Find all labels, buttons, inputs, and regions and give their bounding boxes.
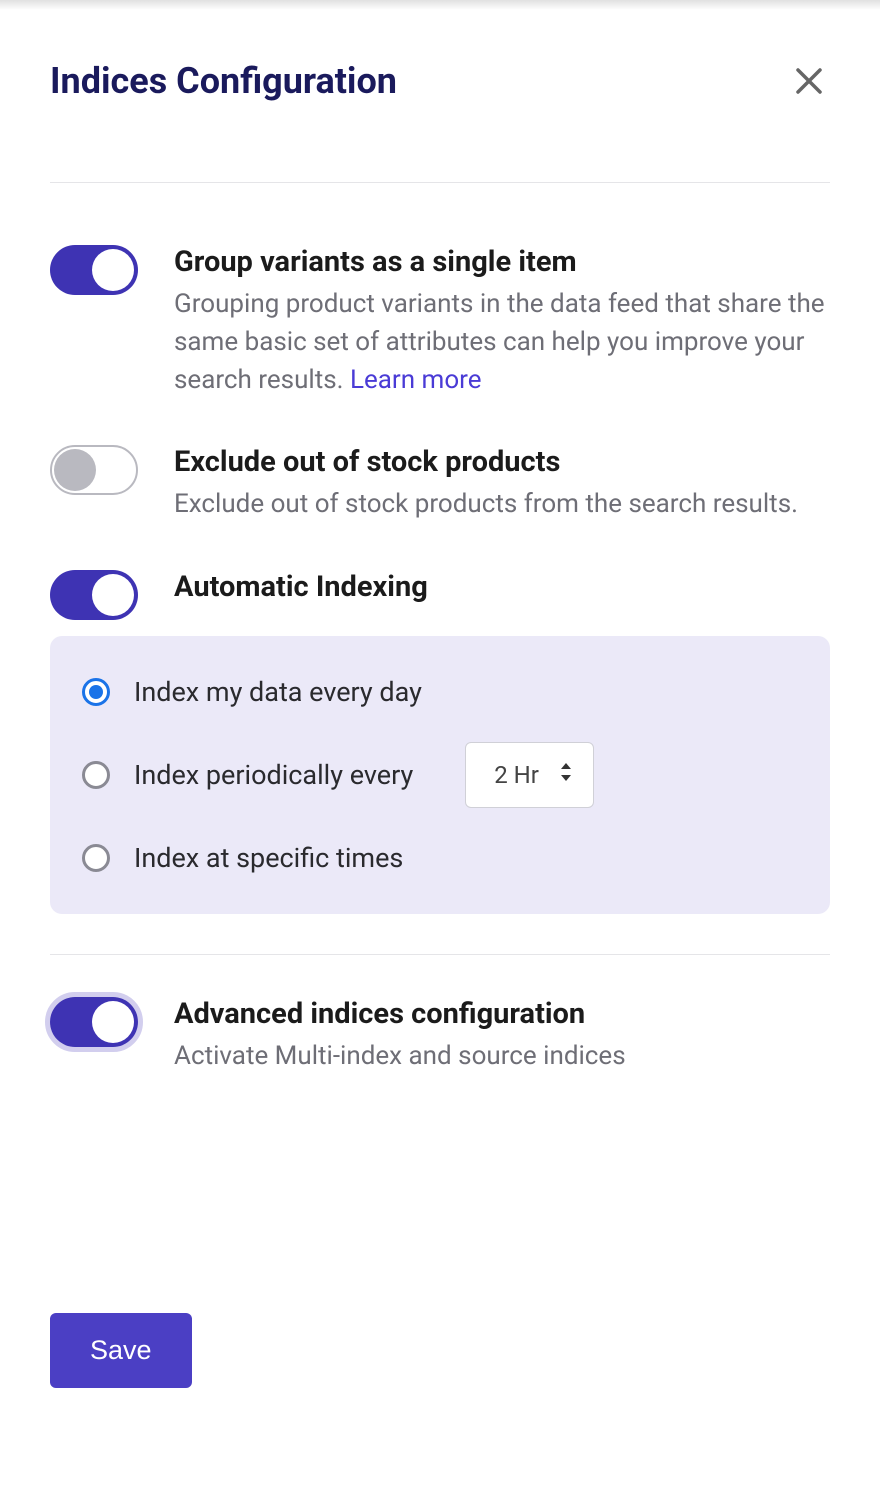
close-button[interactable] xyxy=(788,60,830,102)
radio-row-periodic[interactable]: Index periodically every 2 Hr xyxy=(82,742,798,808)
panel-title: Indices Configuration xyxy=(50,60,397,102)
radio-periodic[interactable] xyxy=(82,761,110,789)
setting-exclude-oos: Exclude out of stock products Exclude ou… xyxy=(50,443,830,524)
setting-title: Group variants as a single item xyxy=(174,243,830,282)
toggle-exclude-oos[interactable] xyxy=(50,445,138,495)
setting-group-variants: Group variants as a single item Grouping… xyxy=(50,243,830,399)
radio-label: Index periodically every xyxy=(134,759,413,791)
toggle-group-variants[interactable] xyxy=(50,245,138,295)
close-icon xyxy=(794,66,824,96)
toggle-advanced[interactable] xyxy=(50,997,138,1047)
radio-daily[interactable] xyxy=(82,678,110,706)
divider xyxy=(50,954,830,955)
setting-title: Advanced indices configuration xyxy=(174,995,830,1034)
period-select-value: 2 Hr xyxy=(494,761,539,789)
period-select[interactable]: 2 Hr xyxy=(465,742,594,808)
setting-description: Grouping product variants in the data fe… xyxy=(174,286,830,399)
setting-title: Exclude out of stock products xyxy=(174,443,830,482)
panel-footer: Save xyxy=(50,1313,192,1388)
radio-label: Index my data every day xyxy=(134,676,422,708)
radio-row-specific[interactable]: Index at specific times xyxy=(82,842,798,874)
chevron-updown-icon xyxy=(559,761,573,789)
radio-row-daily[interactable]: Index my data every day xyxy=(82,676,798,708)
setting-auto-indexing: Automatic Indexing xyxy=(50,568,830,620)
indices-config-panel: Indices Configuration Group variants as … xyxy=(0,0,880,1170)
setting-title: Automatic Indexing xyxy=(174,568,830,607)
radio-specific[interactable] xyxy=(82,844,110,872)
setting-description: Exclude out of stock products from the s… xyxy=(174,486,830,524)
save-button[interactable]: Save xyxy=(50,1313,192,1388)
setting-description: Activate Multi-index and source indices xyxy=(174,1038,830,1076)
settings-list: Group variants as a single item Grouping… xyxy=(50,183,830,1076)
radio-label: Index at specific times xyxy=(134,842,403,874)
setting-advanced: Advanced indices configuration Activate … xyxy=(50,995,830,1076)
toggle-auto-indexing[interactable] xyxy=(50,570,138,620)
panel-header: Indices Configuration xyxy=(50,60,830,183)
learn-more-link[interactable]: Learn more xyxy=(350,365,482,395)
indexing-options-box: Index my data every day Index periodical… xyxy=(50,636,830,914)
